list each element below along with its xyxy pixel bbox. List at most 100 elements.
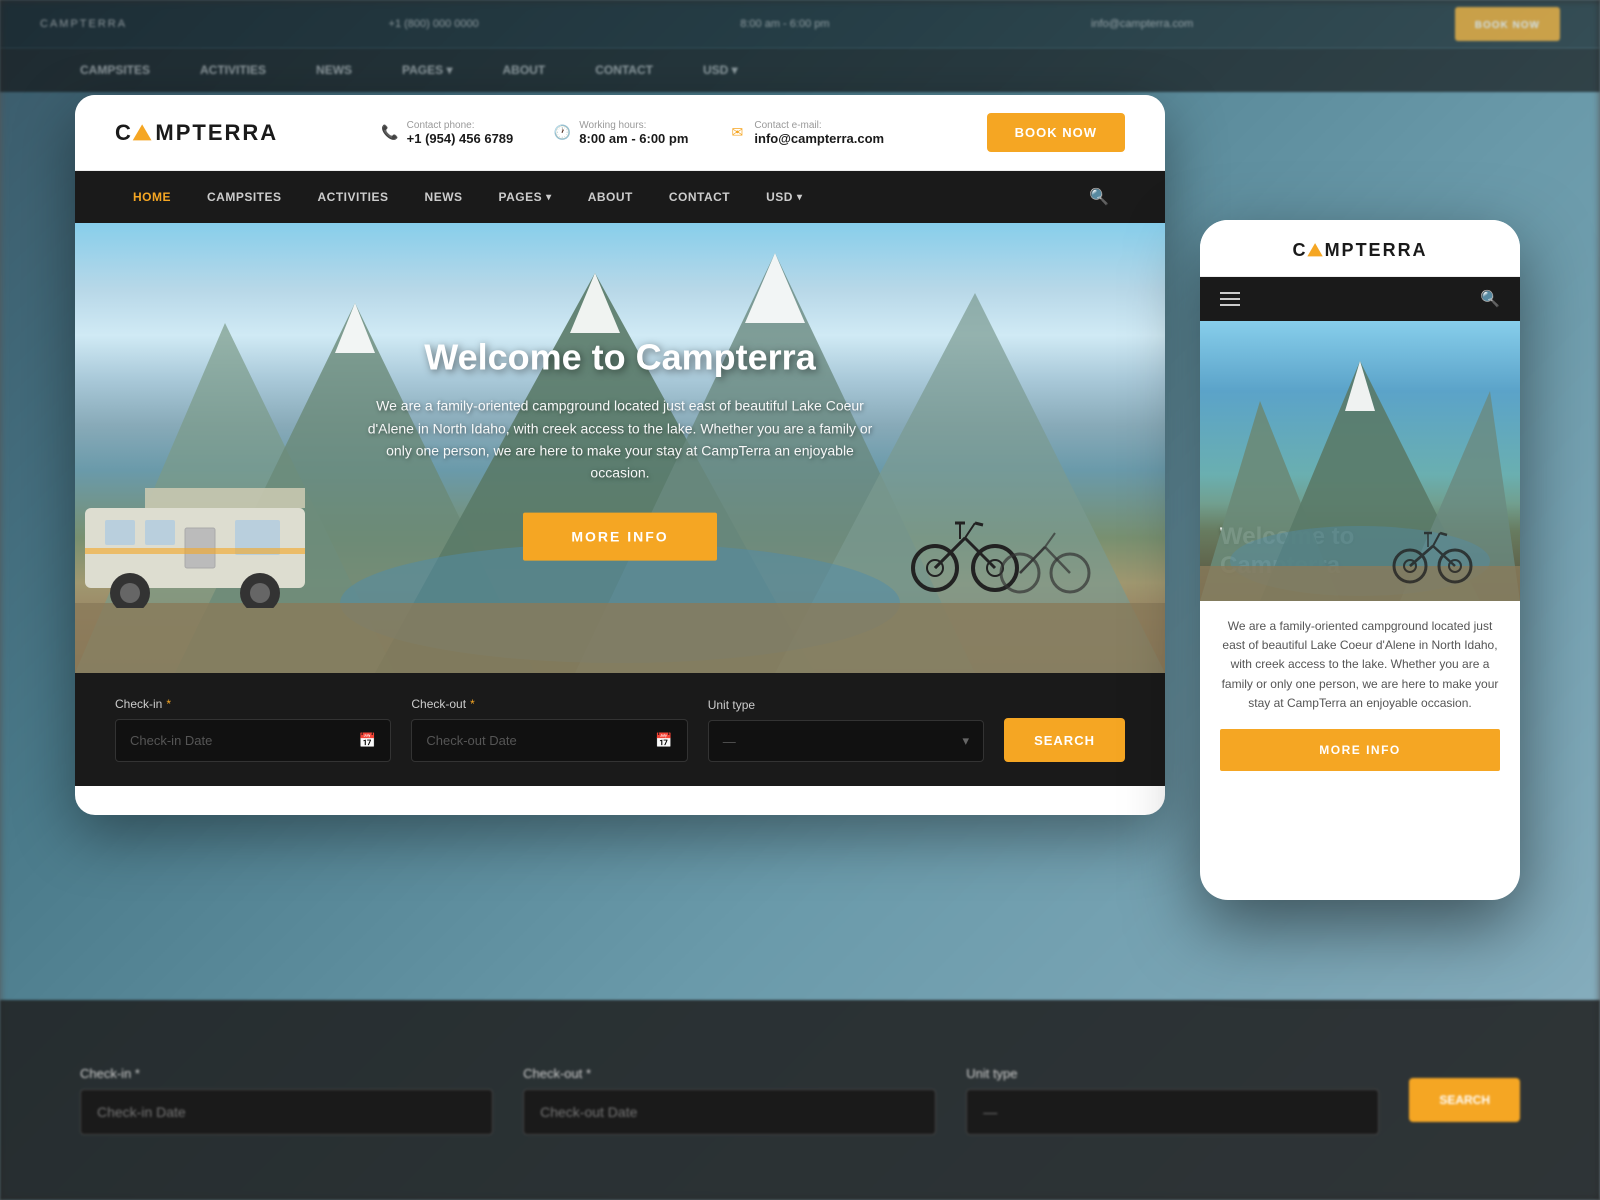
email-label: Contact e-mail: xyxy=(754,120,884,131)
hero-title: Welcome to Campterra xyxy=(360,336,880,379)
book-now-button[interactable]: BOOK NOW xyxy=(987,113,1125,152)
booking-bar: Check-in * Check-in Date 📅 Check-out * C… xyxy=(75,673,1165,786)
bg-checkin-label: Check-in * xyxy=(80,1066,493,1081)
bg-hours: 8:00 am - 6:00 pm xyxy=(740,18,829,30)
nav-home[interactable]: HOME xyxy=(115,174,189,220)
nav-activities[interactable]: ACTIVITIES xyxy=(300,174,407,220)
mobile-hero: Welcome toCampterra xyxy=(1200,321,1520,601)
checkin-input-wrapper[interactable]: Check-in Date 📅 xyxy=(115,719,391,762)
bg-nav-contact: CONTACT xyxy=(595,63,653,77)
bg-phone: +1 (800) 000 0000 xyxy=(389,18,479,30)
hamburger-line-2 xyxy=(1220,298,1240,300)
phone-label: Contact phone: xyxy=(407,120,514,131)
bg-nav-pages: PAGES ▾ xyxy=(402,63,452,77)
pages-chevron-icon: ▾ xyxy=(546,192,552,203)
unit-field: Unit type — ▾ xyxy=(708,698,984,762)
hours-label: Working hours: xyxy=(579,120,688,131)
bg-logo: CAMPTERRA xyxy=(40,18,127,30)
desktop-header: C⛰MPTERRA 📞 Contact phone: +1 (954) 456 … xyxy=(75,95,1165,171)
bg-nav-campsites: CAMPSITES xyxy=(80,63,150,77)
nav-usd[interactable]: USD ▾ xyxy=(748,174,820,220)
mobile-more-info-button[interactable]: MORE INFO xyxy=(1220,729,1500,771)
checkout-label: Check-out * xyxy=(411,697,687,711)
hero-section: Welcome to Campterra We are a family-ori… xyxy=(75,223,1165,673)
phone-value: +1 (954) 456 6789 xyxy=(407,131,514,146)
bikes-svg xyxy=(905,483,1105,603)
nav-campsites[interactable]: CAMPSITES xyxy=(189,174,300,220)
mobile-bikes-svg xyxy=(1390,511,1510,591)
desktop-nav: HOME CAMPSITES ACTIVITIES NEWS PAGES ▾ A… xyxy=(75,171,1165,223)
unit-select-wrapper[interactable]: — ▾ xyxy=(708,720,984,762)
bg-unit-input xyxy=(966,1089,1379,1135)
desktop-logo: C⛰MPTERRA xyxy=(115,120,278,146)
nav-search-icon[interactable]: 🔍 xyxy=(1073,171,1125,223)
hero-content: Welcome to Campterra We are a family-ori… xyxy=(360,336,880,561)
checkout-field: Check-out * Check-out Date 📅 xyxy=(411,697,687,762)
hours-text: Working hours: 8:00 am - 6:00 pm xyxy=(579,120,688,146)
search-button[interactable]: SEARCH xyxy=(1004,718,1125,762)
nav-news[interactable]: NEWS xyxy=(407,174,481,220)
nav-pages[interactable]: PAGES ▾ xyxy=(481,174,570,220)
unit-chevron-icon: ▾ xyxy=(963,733,970,749)
checkout-calendar-icon: 📅 xyxy=(655,732,672,749)
logo-tent-icon: ⛰ xyxy=(133,120,153,145)
email-icon: ✉ xyxy=(728,124,746,142)
bg-checkin-input xyxy=(80,1089,493,1135)
bg-unit-label: Unit type xyxy=(966,1066,1379,1081)
hamburger-menu-icon[interactable] xyxy=(1220,292,1240,306)
hours-info: 🕐 Working hours: 8:00 am - 6:00 pm xyxy=(553,120,688,146)
bg-search-btn: SEARCH xyxy=(1409,1078,1520,1122)
mobile-header: C⛰MPTERRA xyxy=(1200,220,1520,277)
bg-nav-about: ABOUT xyxy=(503,63,546,77)
mobile-description: We are a family-oriented campground loca… xyxy=(1220,617,1500,713)
checkout-input-wrapper[interactable]: Check-out Date 📅 xyxy=(411,719,687,762)
email-info: ✉ Contact e-mail: info@campterra.com xyxy=(728,120,884,146)
unit-label: Unit type xyxy=(708,698,984,712)
top-bar-background: CAMPTERRA +1 (800) 000 0000 8:00 am - 6:… xyxy=(0,0,1600,48)
mobile-logo-tent-icon: ⛰ xyxy=(1307,240,1324,260)
nav-contact[interactable]: CONTACT xyxy=(651,174,748,220)
checkin-label: Check-in * xyxy=(115,697,391,711)
bg-nav-activities: ACTIVITIES xyxy=(200,63,266,77)
bg-checkout-label: Check-out * xyxy=(523,1066,936,1081)
bg-unit-field: Unit type xyxy=(966,1066,1379,1135)
checkout-placeholder: Check-out Date xyxy=(426,733,516,748)
bg-nav-news: NEWS xyxy=(316,63,352,77)
hamburger-line-3 xyxy=(1220,304,1240,306)
phone-text: Contact phone: +1 (954) 456 6789 xyxy=(407,120,514,146)
clock-icon: 🕐 xyxy=(553,124,571,142)
rv-vehicle xyxy=(75,448,345,613)
mobile-logo: C⛰MPTERRA xyxy=(1220,240,1500,261)
hamburger-line-1 xyxy=(1220,292,1240,294)
bg-checkin-field: Check-in * xyxy=(80,1066,493,1135)
checkin-required: * xyxy=(166,697,171,711)
bg-nav-usd: USD ▾ xyxy=(703,63,738,77)
bicycles xyxy=(905,483,1105,608)
mobile-nav: 🔍 xyxy=(1200,277,1520,321)
nav-about[interactable]: ABOUT xyxy=(570,174,651,220)
checkout-required: * xyxy=(470,697,475,711)
bg-checkout-input xyxy=(523,1089,936,1135)
checkin-placeholder: Check-in Date xyxy=(130,733,212,748)
mobile-search-icon[interactable]: 🔍 xyxy=(1480,289,1500,309)
bg-checkout-field: Check-out * xyxy=(523,1066,936,1135)
header-info-group: 📞 Contact phone: +1 (954) 456 6789 🕐 Wor… xyxy=(381,120,884,146)
background-nav: CAMPSITES ACTIVITIES NEWS PAGES ▾ ABOUT … xyxy=(0,48,1600,92)
usd-chevron-icon: ▾ xyxy=(797,192,803,203)
rv-svg xyxy=(75,448,345,608)
more-info-button[interactable]: MORE INFO xyxy=(523,512,716,560)
bg-book-btn: BOOK NOW xyxy=(1455,7,1560,41)
desktop-card: C⛰MPTERRA 📞 Contact phone: +1 (954) 456 … xyxy=(75,95,1165,815)
checkin-field: Check-in * Check-in Date 📅 xyxy=(115,697,391,762)
background-booking: Check-in * Check-out * Unit type SEARCH xyxy=(0,1000,1600,1200)
email-value: info@campterra.com xyxy=(754,131,884,146)
hero-description: We are a family-oriented campground loca… xyxy=(360,395,880,485)
mobile-body: We are a family-oriented campground loca… xyxy=(1200,601,1520,787)
bg-email: info@campterra.com xyxy=(1091,18,1193,30)
checkin-calendar-icon: 📅 xyxy=(359,732,376,749)
email-text: Contact e-mail: info@campterra.com xyxy=(754,120,884,146)
mobile-card: C⛰MPTERRA 🔍 xyxy=(1200,220,1520,900)
phone-info: 📞 Contact phone: +1 (954) 456 6789 xyxy=(381,120,514,146)
hours-value: 8:00 am - 6:00 pm xyxy=(579,131,688,146)
unit-placeholder: — xyxy=(723,734,736,749)
